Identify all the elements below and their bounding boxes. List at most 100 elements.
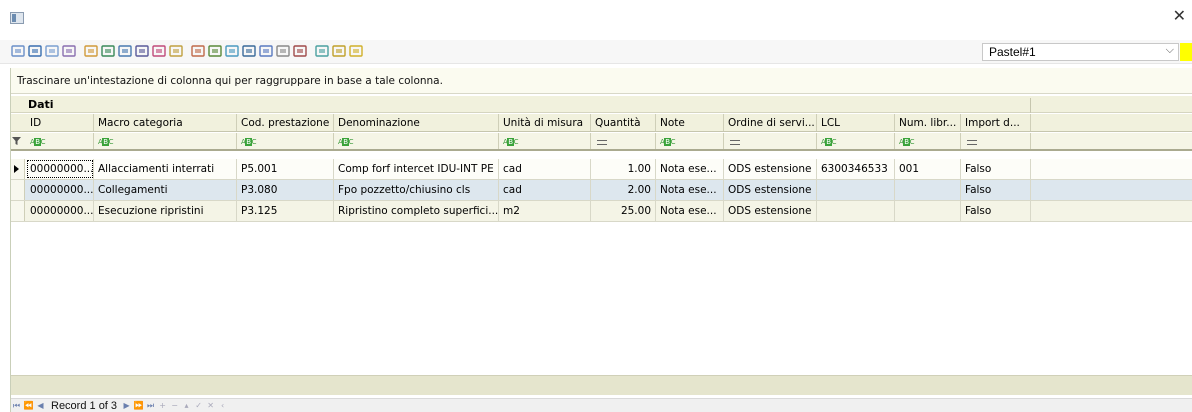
row-indicator[interactable] xyxy=(11,159,25,179)
band-title[interactable]: Dati xyxy=(27,98,1031,113)
sort-icon[interactable] xyxy=(100,43,116,59)
filter-cell[interactable]: ABC xyxy=(26,133,94,149)
next-record-icon[interactable]: ▶ xyxy=(121,400,132,411)
form-alt-icon[interactable] xyxy=(241,43,257,59)
row-indicator[interactable] xyxy=(11,180,25,200)
filter-cell[interactable]: ABC xyxy=(334,133,499,149)
filter-cell[interactable] xyxy=(591,133,656,149)
export-icon[interactable] xyxy=(314,43,330,59)
link-alt-icon[interactable] xyxy=(190,43,206,59)
filter-cell[interactable]: ABC xyxy=(94,133,237,149)
info-icon[interactable] xyxy=(348,43,364,59)
column-header[interactable]: Note xyxy=(656,114,724,131)
cancel-icon[interactable]: ✕ xyxy=(205,400,216,411)
filter-cell[interactable]: ABC xyxy=(656,133,724,149)
last-page-icon[interactable]: ⏭ xyxy=(145,400,156,411)
filter-cell[interactable] xyxy=(961,133,1031,149)
filter-cell[interactable]: ABC xyxy=(499,133,591,149)
confirm-icon[interactable]: ✓ xyxy=(193,400,204,411)
table-cell[interactable]: Falso xyxy=(961,180,1031,200)
table-cell[interactable]: Ripristino completo superfici... xyxy=(334,201,499,221)
column-header[interactable]: ID xyxy=(26,114,94,131)
filter-icon[interactable] xyxy=(258,43,274,59)
table-cell[interactable]: 2.00 xyxy=(591,180,656,200)
table-cell[interactable]: cad xyxy=(499,180,591,200)
filter-cell[interactable] xyxy=(724,133,817,149)
column-header[interactable]: Import d... xyxy=(961,114,1031,131)
table-cell[interactable]: 1.00 xyxy=(591,159,656,179)
column-header[interactable]: Num. libr... xyxy=(895,114,961,131)
column-header[interactable]: Ordine di servi... xyxy=(724,114,817,131)
filter-cell[interactable]: ABC xyxy=(895,133,961,149)
table-cell[interactable]: P3.080 xyxy=(237,180,334,200)
palette-icon[interactable] xyxy=(207,43,223,59)
table-cell[interactable]: cad xyxy=(499,159,591,179)
link-icon[interactable] xyxy=(168,43,184,59)
table-cell[interactable]: Fpo pozzetto/chiusino cls xyxy=(334,180,499,200)
table-cell[interactable]: 00000000... xyxy=(26,180,94,200)
table-cell[interactable]: P5.001 xyxy=(237,159,334,179)
color-swatch[interactable] xyxy=(1180,43,1192,61)
align-icon[interactable] xyxy=(83,43,99,59)
table-cell[interactable]: m2 xyxy=(499,201,591,221)
layout-icon[interactable] xyxy=(61,43,77,59)
chart-icon[interactable] xyxy=(275,43,291,59)
group-by-panel[interactable]: Trascinare un'intestazione di colonna qu… xyxy=(11,68,1192,94)
filter-cell[interactable]: ABC xyxy=(817,133,895,149)
prev-page-icon[interactable]: ⏪ xyxy=(23,400,34,411)
first-page-icon[interactable]: ⏮ xyxy=(11,400,22,411)
table-cell[interactable] xyxy=(895,180,961,200)
column-header[interactable]: Cod. prestazione xyxy=(237,114,334,131)
edit-record-icon[interactable]: ▴ xyxy=(181,400,192,411)
row-indicator[interactable] xyxy=(11,201,25,221)
column-header[interactable]: Quantità xyxy=(591,114,656,131)
column-header[interactable]: Unità di misura xyxy=(499,114,591,131)
funnel-icon[interactable] xyxy=(12,137,21,146)
table-cell[interactable]: P3.125 xyxy=(237,201,334,221)
filter-cell[interactable]: ABC xyxy=(237,133,334,149)
table-cell[interactable] xyxy=(895,201,961,221)
table-cell[interactable]: 001 xyxy=(895,159,961,179)
table-row[interactable]: 00000000... Collegamenti P3.080 Fpo pozzett… xyxy=(11,180,1192,201)
delete-record-icon[interactable]: − xyxy=(169,400,180,411)
table-row[interactable]: 00000000... Esecuzione ripristini P3.125 Ri… xyxy=(11,201,1192,222)
barcode-icon[interactable] xyxy=(292,43,308,59)
table-cell[interactable]: 00000000... xyxy=(26,159,94,179)
grid-tool-icon[interactable] xyxy=(10,43,26,59)
help-icon[interactable] xyxy=(331,43,347,59)
table-cell[interactable]: Comp forf intercet IDU-INT PE xyxy=(334,159,499,179)
table-cell[interactable]: Nota ese... xyxy=(656,180,724,200)
prev-record-icon[interactable]: ◀ xyxy=(35,400,46,411)
table-cell[interactable]: Nota ese... xyxy=(656,201,724,221)
table-icon[interactable] xyxy=(117,43,133,59)
add-record-icon[interactable]: + xyxy=(157,400,168,411)
column-header[interactable]: LCL xyxy=(817,114,895,131)
scroll-left-icon[interactable]: ‹ xyxy=(217,400,228,411)
zoom-icon[interactable] xyxy=(44,43,60,59)
table-cell[interactable]: Falso xyxy=(961,201,1031,221)
table-cell[interactable]: Nota ese... xyxy=(656,159,724,179)
next-page-icon[interactable]: ⏩ xyxy=(133,400,144,411)
table-cell[interactable]: Esecuzione ripristini xyxy=(94,201,237,221)
grid-icon[interactable] xyxy=(134,43,150,59)
table-cell[interactable]: 6300346533 xyxy=(817,159,895,179)
table-cell[interactable]: 00000000... xyxy=(26,201,94,221)
table-cell[interactable]: ODS estensione xyxy=(724,159,817,179)
table-cell[interactable]: ODS estensione xyxy=(724,180,817,200)
table-cell[interactable]: ODS estensione xyxy=(724,201,817,221)
form-icon[interactable] xyxy=(224,43,240,59)
table-cell[interactable] xyxy=(817,201,895,221)
column-header[interactable]: Macro categoria xyxy=(94,114,237,131)
table-cell[interactable] xyxy=(817,180,895,200)
table-row[interactable]: 00000000... Allacciamenti interrati P5.001… xyxy=(11,159,1192,180)
theme-select[interactable]: Pastel#1 ⌵ xyxy=(982,43,1179,61)
toolbar-icons xyxy=(10,43,364,61)
table-cell[interactable]: Collegamenti xyxy=(94,180,237,200)
columns-icon[interactable] xyxy=(151,43,167,59)
table-cell[interactable]: Allacciamenti interrati xyxy=(94,159,237,179)
close-icon[interactable]: ✕ xyxy=(1173,8,1186,24)
search-icon[interactable] xyxy=(27,43,43,59)
table-cell[interactable]: Falso xyxy=(961,159,1031,179)
table-cell[interactable]: 25.00 xyxy=(591,201,656,221)
column-header[interactable]: Denominazione xyxy=(334,114,499,131)
